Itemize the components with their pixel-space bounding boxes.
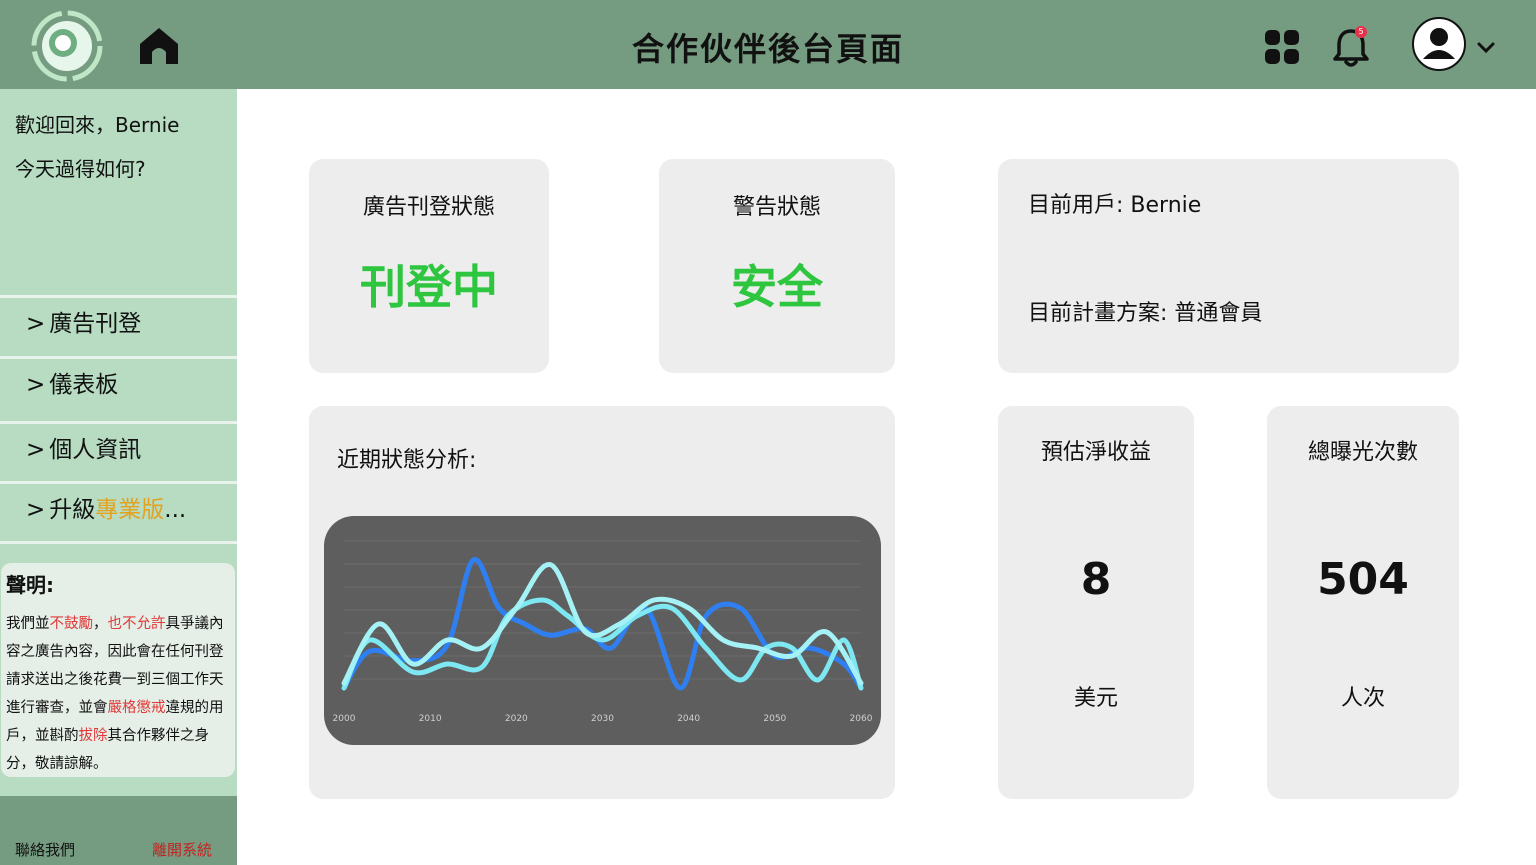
revenue-card: 預估淨收益 8 美元 [998,406,1194,799]
sidebar-item-label: 儀表板 [49,372,119,398]
exposure-value: 504 [1317,554,1409,605]
disclaimer-text: 我們並不鼓勵，也不允許具爭議內容之廣告內容，因此會在任何刊登請求送出之後花費一到… [6,610,230,778]
sidebar-footer: 聯絡我們 離開系統 [0,796,237,865]
disclaimer-part: ， [93,616,108,632]
status-chart: 2000 2010 2020 2030 2040 2050 2060 [324,516,881,745]
ad-status-card: 廣告刊登狀態 刊登中 [309,159,549,373]
series-line-1 [341,557,864,691]
disclaimer-highlight: 也不允許 [107,616,166,632]
sidebar-item-ad-posting[interactable]: > 廣告刊登 [0,295,237,351]
sidebar-item-profile[interactable]: > 個人資訊 [0,421,237,477]
current-user-line: 目前用戶: Bernie [1028,187,1201,219]
warning-status-card: 警告狀態 安全 [659,159,895,373]
user-icon [1423,28,1455,59]
x-tick-label: 2050 [763,714,786,724]
disclaimer-title: 聲明: [6,573,54,597]
notification-badge: 5 [1355,26,1367,38]
sidebar-item-label: 升級 [49,497,96,523]
disclaimer-panel: 聲明: 我們並不鼓勵，也不允許具爭議內容之廣告內容，因此會在任何刊登請求送出之後… [1,563,235,777]
current-plan-value: 普通會員 [1174,301,1263,326]
sidebar-item-upgrade[interactable]: > 升級專業版... [0,481,237,544]
ad-status-value: 刊登中 [360,260,498,314]
pro-label: 專業版 [95,497,165,523]
line-chart: 2000 2010 2020 2030 2040 2050 2060 [333,540,873,724]
exposure-card: 總曝光次數 504 人次 [1267,406,1459,799]
x-tick-label: 2000 [333,714,356,724]
chevron-right-icon: > [26,311,46,337]
exposure-label: 總曝光次數 [1307,440,1418,465]
x-tick-label: 2030 [591,714,614,724]
top-header: 合作伙伴後台頁面 5 [0,0,1536,89]
current-plan-label: 目前計畫方案: [1028,301,1168,326]
welcome-block: 歡迎回來，Bernie 今天過得如何? [15,111,179,199]
greeting-text: 今天過得如何? [15,157,146,181]
logout-link[interactable]: 離開系統 [152,839,212,860]
sidebar-item-label: 個人資訊 [49,437,142,463]
current-user-label: 目前用戶: [1028,193,1124,218]
analysis-label: 近期狀態分析: [337,448,477,473]
warning-status-value: 安全 [731,260,823,314]
disclaimer-highlight: 不鼓勵 [49,616,94,632]
current-user-value: Bernie [1130,193,1202,218]
page-title: 合作伙伴後台頁面 [631,30,904,68]
exposure-unit: 人次 [1340,686,1385,711]
disclaimer-highlight: 嚴格懲戒 [107,700,166,716]
welcome-text: 歡迎回來，Bernie [15,113,180,137]
x-tick-label: 2040 [677,714,700,724]
ad-status-label: 廣告刊登狀態 [362,195,495,220]
sidebar: 歡迎回來，Bernie 今天過得如何? > 廣告刊登 > 儀表板 > 個人資訊 > 升級… [0,89,237,865]
ellipsis: ... [164,497,187,523]
x-tick-label: 2060 [850,714,873,724]
sidebar-item-dashboard[interactable]: > 儀表板 [0,356,237,412]
revenue-label: 預估淨收益 [1040,440,1151,465]
disclaimer-part: 我們並 [6,616,50,632]
chevron-right-icon: > [26,497,46,523]
x-tick-label: 2020 [505,714,528,724]
disclaimer-highlight: 拔除 [78,728,108,744]
user-info-card: 目前用戶: Bernie 目前計畫方案: 普通會員 [998,159,1459,373]
sidebar-item-label: 廣告刊登 [49,311,142,337]
chevron-right-icon: > [26,437,46,463]
chevron-down-icon[interactable] [1476,40,1496,56]
contact-us-link[interactable]: 聯絡我們 [15,839,75,860]
apps-grid-icon[interactable] [1264,29,1300,65]
revenue-value: 8 [1080,554,1112,605]
revenue-unit: 美元 [1073,686,1118,711]
chevron-right-icon: > [26,372,46,398]
current-plan-line: 目前計畫方案: 普通會員 [1028,295,1262,327]
x-tick-label: 2010 [419,714,442,724]
series-line-3 [341,562,864,686]
user-avatar[interactable] [1412,17,1466,71]
warning-status-label: 警告狀態 [732,195,821,220]
